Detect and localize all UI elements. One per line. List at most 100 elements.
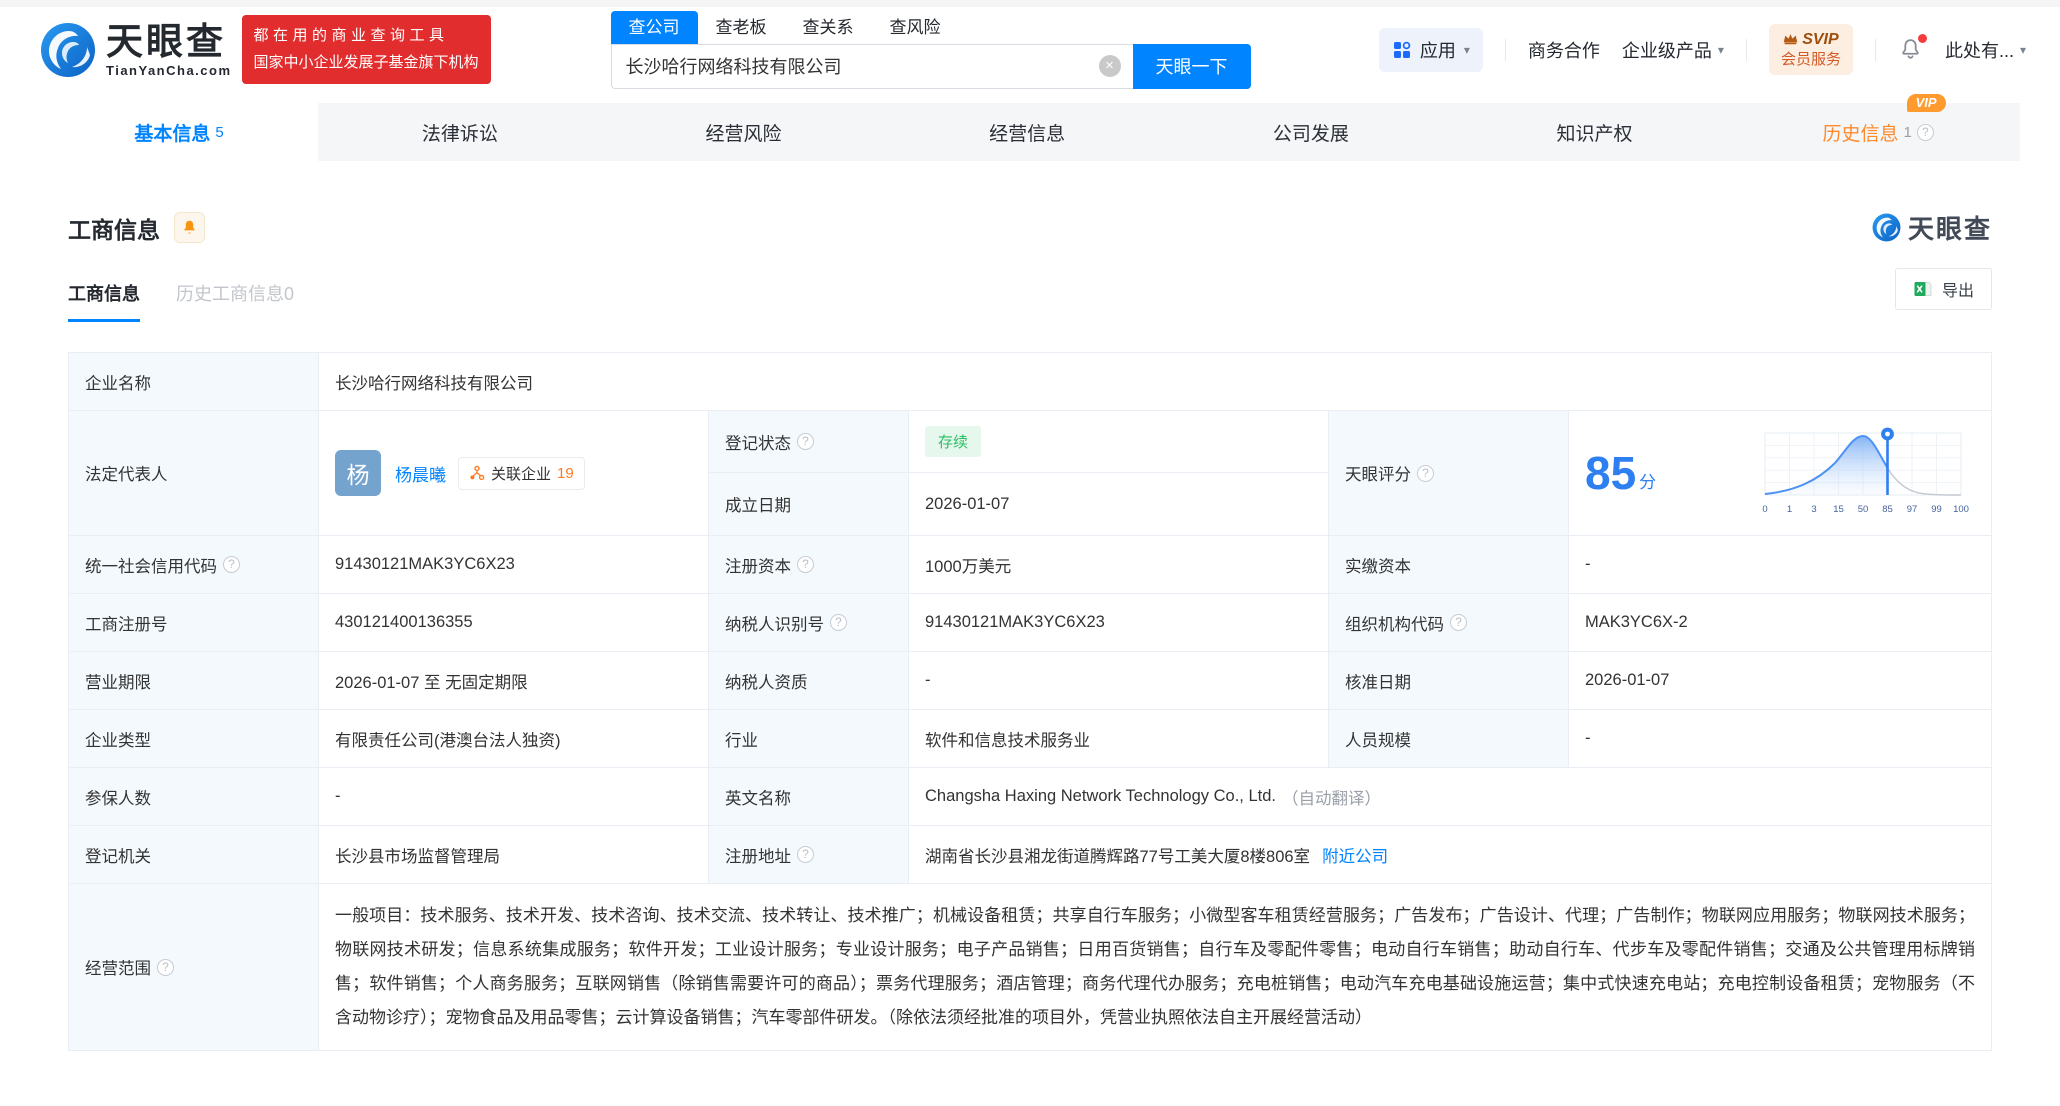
tab-operating-info[interactable]: 经营信息 — [885, 103, 1169, 161]
logo-texts: 天眼查 TianYanCha.com — [106, 23, 232, 77]
field-value-score: 85 分 — [1569, 411, 1992, 536]
field-value-business-term: 2026-01-07 至 无固定期限 — [319, 652, 709, 710]
top-nav: 应用 ▾ 商务合作 企业级产品 ▾ SVIP 会员服务 — [1379, 24, 2026, 76]
help-icon[interactable]: ? — [1417, 465, 1434, 482]
field-label-legal-rep: 法定代表人 — [69, 411, 319, 536]
org-network-icon — [469, 465, 485, 481]
search-button[interactable]: 天眼一下 — [1133, 44, 1251, 89]
tab-legal[interactable]: 法律诉讼 — [318, 103, 602, 161]
bell-icon — [181, 219, 198, 236]
score-value: 85 — [1585, 450, 1636, 496]
field-value-reg-address: 湖南省长沙县湘龙街道腾辉路77号工美大厦8楼806室 附近公司 — [909, 826, 1992, 884]
slogan-line2: 国家中小企业发展子基金旗下机构 — [254, 50, 479, 76]
tab-count: 1 — [1904, 124, 1912, 141]
tab-history-info[interactable]: VIP 历史信息 1 ? — [1736, 103, 2020, 161]
tab-operating-risk[interactable]: 经营风险 — [602, 103, 886, 161]
field-label-paid-capital: 实缴资本 — [1329, 536, 1569, 594]
tab-label: 基本信息 — [134, 119, 210, 146]
notification-dot — [1918, 34, 1927, 43]
search-tab-company[interactable]: 查公司 — [611, 11, 698, 44]
brand-name: 天眼查 — [106, 23, 232, 60]
chart-tick-labels: 0 1 3 15 50 85 97 99 100 — [1762, 504, 1969, 515]
field-label-org-code: 组织机构代码 ? — [1329, 594, 1569, 652]
chart-tick: 97 — [1907, 504, 1918, 515]
help-icon[interactable]: ? — [1450, 614, 1467, 631]
help-icon[interactable]: ? — [797, 846, 814, 863]
label-text: 天眼评分 — [1345, 461, 1411, 485]
user-menu[interactable]: 此处有... ▾ — [1945, 37, 2026, 63]
tianyancha-swirl-icon — [1872, 213, 1901, 242]
field-value-business-scope: 一般项目：技术服务、技术开发、技术咨询、技术交流、技术转让、技术推广；机械设备租… — [319, 884, 1992, 1051]
help-icon[interactable]: ? — [223, 556, 240, 573]
subtab-row: 工商信息 历史工商信息0 导出 — [68, 280, 1992, 322]
tab-company-development[interactable]: 公司发展 — [1169, 103, 1453, 161]
field-label-taxpayer-quality: 纳税人资质 — [709, 652, 909, 710]
chart-tick: 15 — [1833, 504, 1844, 515]
tab-intellectual-property[interactable]: 知识产权 — [1453, 103, 1737, 161]
help-icon[interactable]: ? — [797, 556, 814, 573]
nav-enterprise-products[interactable]: 企业级产品 ▾ — [1622, 37, 1724, 63]
field-label-reg-number: 工商注册号 — [69, 594, 319, 652]
field-label-credit-code: 统一社会信用代码 ? — [69, 536, 319, 594]
apps-label: 应用 — [1420, 37, 1456, 63]
related-companies-chip[interactable]: 关联企业 19 — [458, 457, 585, 490]
help-icon[interactable]: ? — [1917, 124, 1934, 141]
field-value-reg-capital: 1000万美元 — [909, 536, 1329, 594]
divider — [1875, 39, 1876, 61]
field-label-establish-date: 成立日期 — [709, 473, 909, 536]
slogan-banner: 都在用的商业查询工具 国家中小企业发展子基金旗下机构 — [242, 15, 491, 84]
svip-member-button[interactable]: SVIP 会员服务 — [1769, 24, 1853, 76]
search-input[interactable] — [612, 56, 1133, 77]
export-button[interactable]: 导出 — [1895, 268, 1992, 310]
tab-basic-info[interactable]: 基本信息 5 — [40, 103, 318, 161]
nav-business-coop[interactable]: 商务合作 — [1528, 37, 1600, 63]
help-icon[interactable]: ? — [830, 614, 847, 631]
english-name: Changsha Haxing Network Technology Co., … — [925, 787, 1276, 806]
label-text: 统一社会信用代码 — [85, 553, 217, 577]
field-value-insured-count: - — [319, 768, 709, 826]
divider — [1746, 39, 1747, 61]
slogan-line1: 都在用的商业查询工具 — [254, 23, 479, 49]
legal-rep-link[interactable]: 杨晨曦 — [395, 461, 446, 486]
search-tab-boss[interactable]: 查老板 — [698, 11, 785, 44]
monitor-bell-button[interactable] — [174, 212, 205, 243]
browser-edge-strip — [0, 0, 2060, 7]
site-logo[interactable]: 天眼查 TianYanCha.com — [40, 22, 232, 78]
chevron-down-icon: ▾ — [1464, 43, 1470, 57]
excel-icon — [1913, 279, 1933, 299]
field-label-staff-size: 人员规模 — [1329, 710, 1569, 768]
tab-label: 法律诉讼 — [422, 119, 498, 146]
help-icon[interactable]: ? — [797, 433, 814, 450]
notifications-button[interactable] — [1898, 37, 1923, 62]
search-tab-risk[interactable]: 查风险 — [872, 11, 959, 44]
score-distribution-chart: 0 1 3 15 50 85 97 99 100 — [1755, 423, 1971, 523]
field-value-establish-date: 2026-01-07 — [909, 473, 1329, 536]
subtab-history-business-info[interactable]: 历史工商信息0 — [176, 280, 294, 322]
avatar[interactable]: 杨 — [335, 450, 381, 496]
nearby-companies-link[interactable]: 附近公司 — [1322, 843, 1388, 867]
field-value-industry: 软件和信息技术服务业 — [909, 710, 1329, 768]
svip-label: SVIP — [1802, 29, 1838, 51]
svip-line1-wrap: SVIP — [1781, 29, 1841, 51]
auto-translate-note: （自动翻译） — [1282, 785, 1381, 809]
crown-icon — [1783, 33, 1798, 45]
score-unit: 分 — [1639, 468, 1656, 493]
search-field: × — [611, 44, 1133, 89]
field-value-reg-authority: 长沙县市场监督管理局 — [319, 826, 709, 884]
status-badge: 存续 — [925, 426, 981, 457]
address-text: 湖南省长沙县湘龙街道腾辉路77号工美大厦8楼806室 — [925, 843, 1310, 867]
chevron-down-icon: ▾ — [2020, 43, 2026, 57]
watermark-brand-text: 天眼查 — [1908, 209, 1992, 246]
search-tab-relation[interactable]: 查关系 — [785, 11, 872, 44]
business-info-table: 企业名称 长沙哈行网络科技有限公司 法定代表人 杨 杨晨曦 关联企业 19 登记… — [68, 352, 1992, 1051]
apps-menu-button[interactable]: 应用 ▾ — [1379, 28, 1483, 72]
field-label-reg-status: 登记状态 ? — [709, 411, 909, 473]
chevron-down-icon: ▾ — [1718, 43, 1724, 57]
field-label-company-type: 企业类型 — [69, 710, 319, 768]
label-text: 登记状态 — [725, 430, 791, 454]
subtab-business-info[interactable]: 工商信息 — [68, 280, 140, 322]
clear-search-icon[interactable]: × — [1099, 55, 1121, 77]
label-text: 经营范围 — [85, 955, 151, 979]
help-icon[interactable]: ? — [157, 959, 174, 976]
tab-count: 5 — [215, 124, 223, 141]
